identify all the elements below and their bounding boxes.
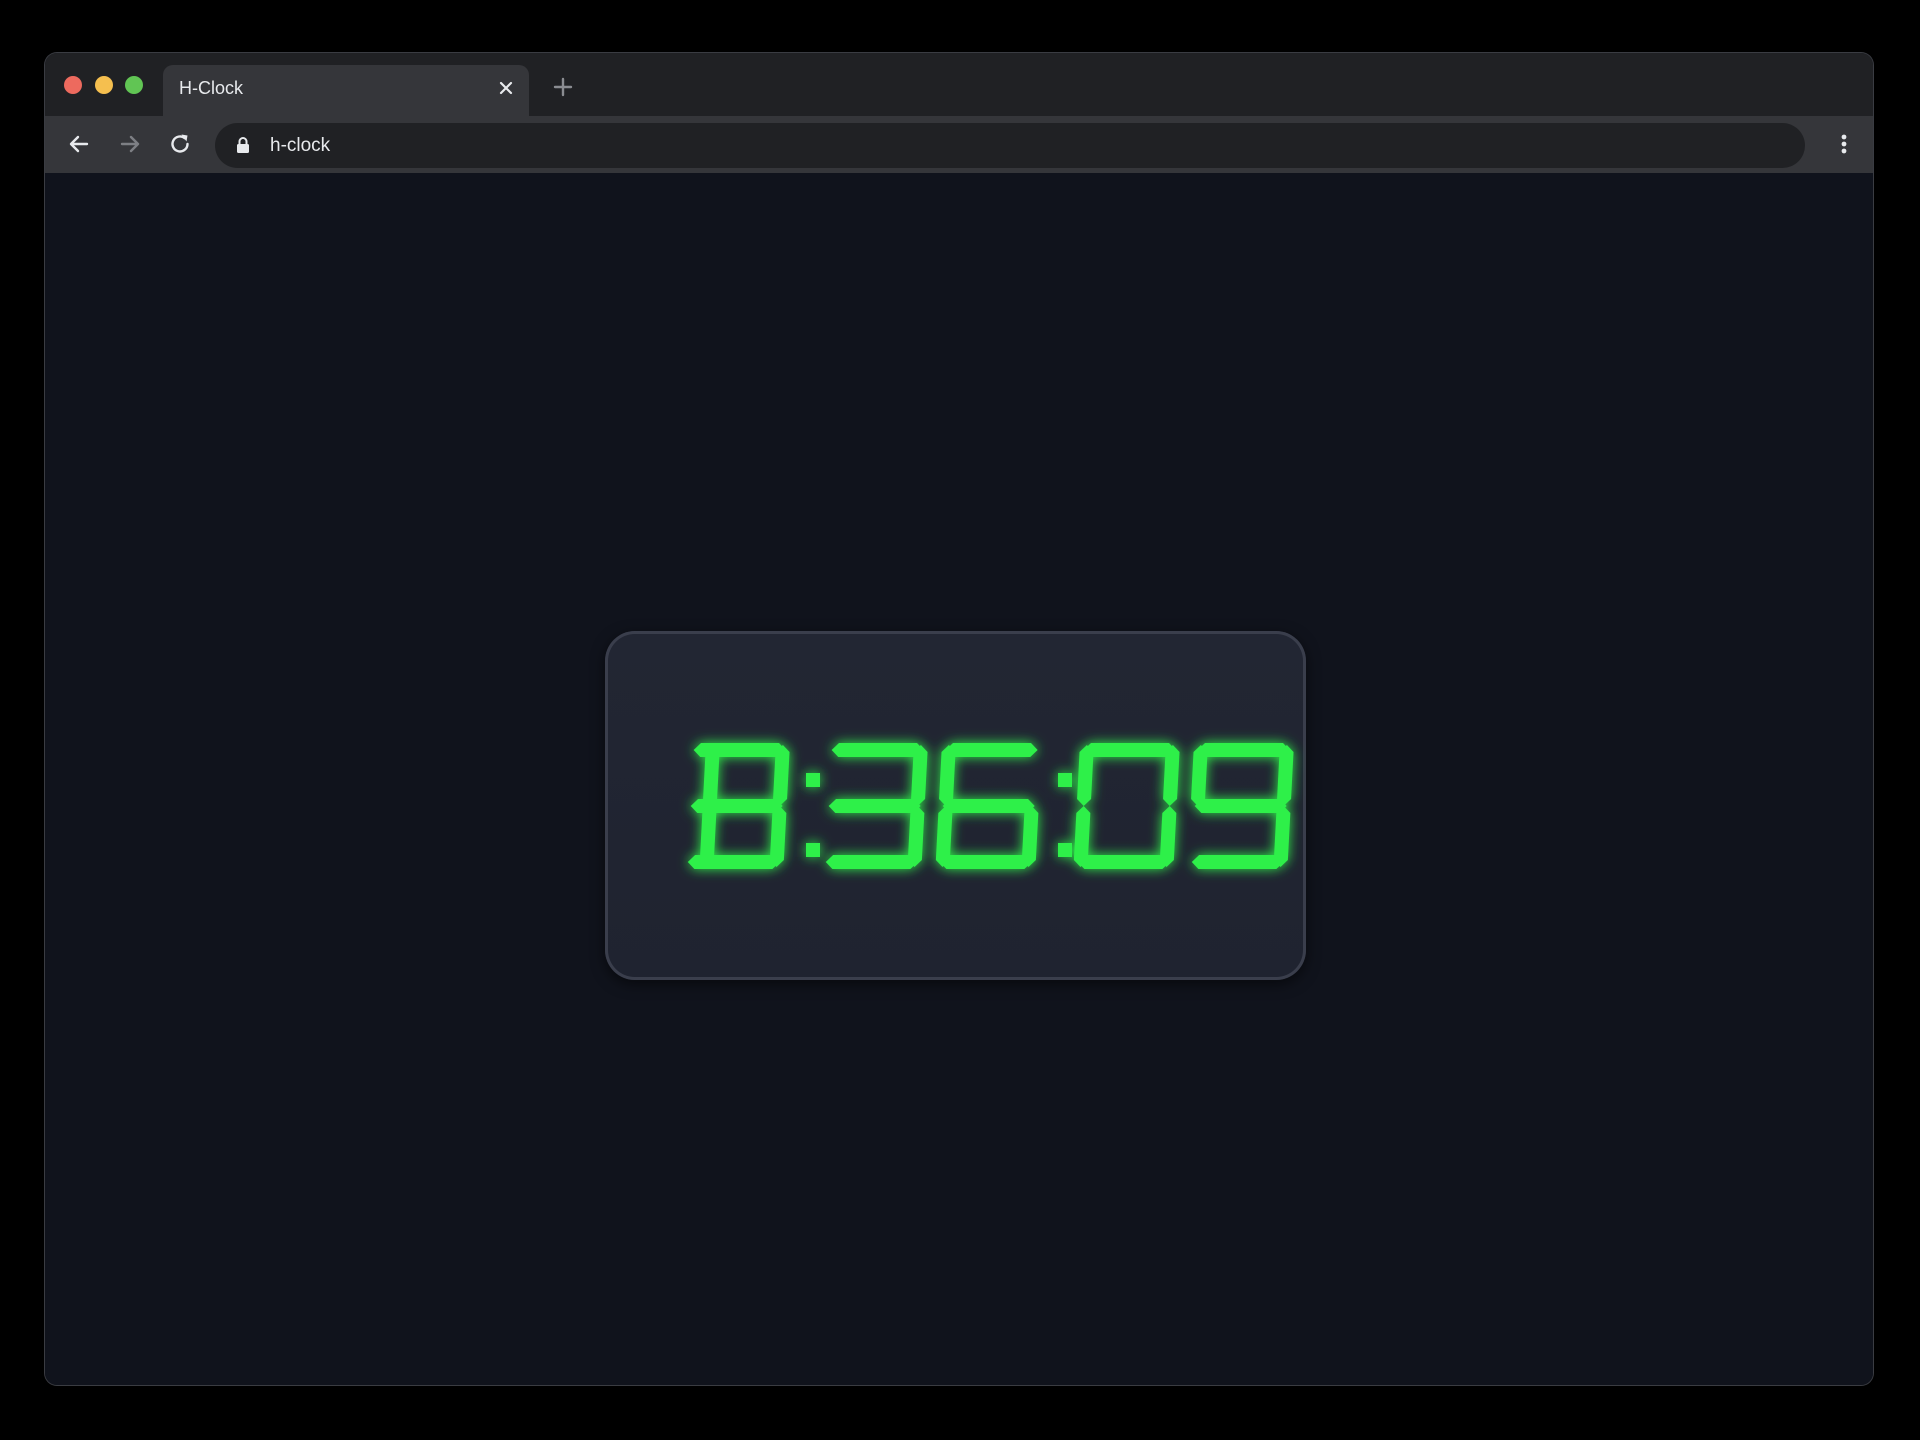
segment-a <box>945 743 1038 757</box>
colon-dot <box>1058 773 1072 787</box>
url-text: h-clock <box>270 135 331 156</box>
segment-f <box>1191 745 1208 806</box>
segment-d <box>1191 855 1284 869</box>
segment-a <box>1197 743 1290 757</box>
clock-digit-2 <box>825 743 928 869</box>
segment-a <box>1083 743 1176 757</box>
segment-f <box>1077 745 1094 806</box>
clock-panel: 13:36:09 <box>605 631 1306 980</box>
clock-digit-5 <box>1191 743 1294 869</box>
reload-icon[interactable] <box>165 129 195 159</box>
colon-dot <box>1058 843 1072 857</box>
seven-segment-display <box>687 743 1294 869</box>
clock-digit-3 <box>935 743 1039 869</box>
segment-c <box>1021 806 1039 867</box>
colon-dot <box>806 773 820 787</box>
tab-title: H-Clock <box>179 78 244 98</box>
page-content: 13:36:09 <box>45 173 1873 1385</box>
segment-a <box>831 743 924 757</box>
segment-f <box>939 745 956 806</box>
maximize-window-button[interactable] <box>125 76 143 94</box>
segment-d <box>825 855 918 869</box>
segment-g <box>690 799 783 813</box>
segment-d <box>939 855 1032 869</box>
address-bar[interactable]: h-clock <box>215 123 1805 168</box>
lock-icon <box>235 136 251 154</box>
segment-g <box>1194 799 1287 813</box>
segment-a <box>693 743 786 757</box>
segment-d <box>1077 855 1170 869</box>
close-icon[interactable] <box>495 77 517 99</box>
plus-icon[interactable] <box>549 73 577 101</box>
arrow-right-icon[interactable] <box>115 129 145 159</box>
colon-dot <box>806 843 820 857</box>
close-window-button[interactable] <box>64 76 82 94</box>
title-bar: H-Clock <box>45 53 1873 116</box>
clock-time-text: 13:36:09 <box>605 631 606 632</box>
browser-window: H-Clock h-clock <box>45 53 1873 1385</box>
arrow-left-icon[interactable] <box>64 129 94 159</box>
minimize-window-button[interactable] <box>95 76 113 94</box>
kebab-menu-icon[interactable] <box>1829 129 1859 159</box>
browser-toolbar: h-clock <box>45 116 1873 173</box>
segment-d <box>687 855 780 869</box>
segment-g <box>828 799 921 813</box>
segment-g <box>942 799 1035 813</box>
clock-digit-4 <box>1073 743 1180 869</box>
tab-h-clock[interactable]: H-Clock <box>163 65 529 116</box>
